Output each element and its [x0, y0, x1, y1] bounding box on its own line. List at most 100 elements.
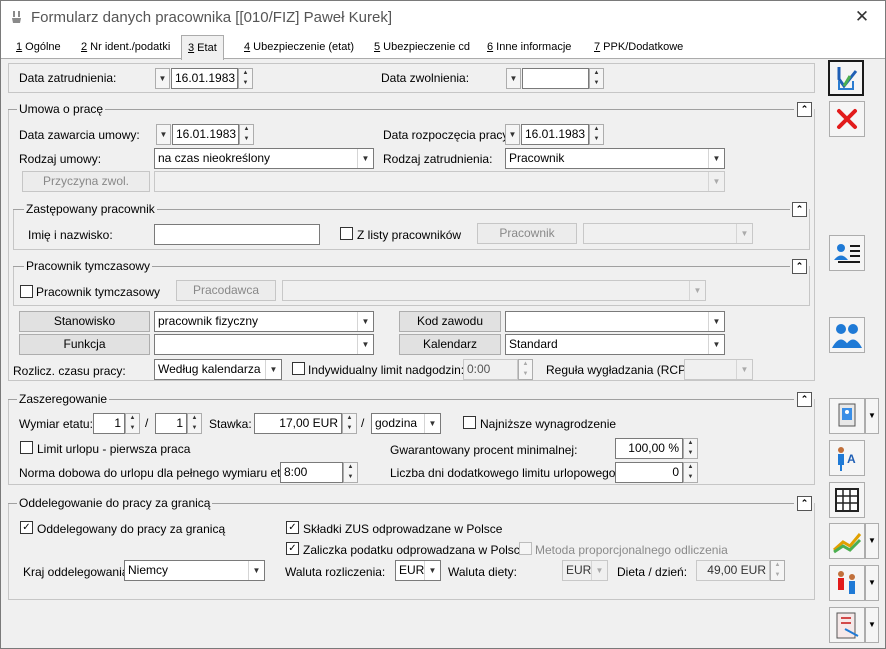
window-title: Formularz danych pracownika [[010/FIZ] P… — [31, 9, 392, 26]
min-wage-checkbox[interactable] — [463, 416, 476, 429]
conclusion-date-spinner[interactable]: ▲ ▼ — [239, 124, 254, 145]
contract-type-select[interactable]: na czas nieokreślony ▼ — [154, 148, 374, 169]
rate-field[interactable]: 17,00 EUR — [254, 413, 342, 434]
grid-button[interactable] — [829, 482, 865, 518]
tab-insurance[interactable]: 4 Ubezpieczenie (etat) — [238, 37, 360, 58]
calendar-select[interactable]: Standard ▼ — [505, 334, 725, 355]
name-field[interactable] — [154, 224, 320, 245]
cancel-button[interactable] — [829, 101, 865, 137]
delegation-collapse-icon[interactable]: ⌃ — [797, 496, 812, 511]
employer-button[interactable]: Pracodawca — [176, 280, 276, 301]
save-button[interactable] — [828, 60, 864, 96]
proportional-checkbox[interactable] — [519, 542, 532, 555]
allowance-currency-label: Waluta diety: — [448, 565, 517, 579]
currency-select[interactable]: EUR ▼ — [395, 560, 441, 581]
hire-date-field[interactable]: 16.01.1983 — [171, 68, 238, 89]
guaranteed-spinner[interactable]: ▲ ▼ — [683, 438, 698, 459]
tab-divider — [1, 58, 885, 59]
function-select[interactable]: ▼ — [154, 334, 374, 355]
tax-checkbox[interactable]: ✓ — [286, 542, 299, 555]
tab-identifiers[interactable]: 2 Nr ident./podatki — [75, 37, 176, 58]
fte-numerator-field[interactable]: 1 — [93, 413, 125, 434]
guaranteed-field[interactable]: 100,00 % — [615, 438, 683, 459]
function-button[interactable]: Funkcja — [19, 334, 150, 355]
release-reason-button[interactable]: Przyczyna zwol. — [22, 171, 150, 192]
person-text-button[interactable]: A — [829, 440, 865, 476]
hire-date-dropdown[interactable]: ▼ — [155, 68, 170, 89]
tab-ppk[interactable]: 7 PPK/Dodatkowe — [588, 37, 689, 58]
employee-card-button[interactable] — [829, 235, 865, 271]
fte-denominator-spinner[interactable]: ▲ ▼ — [187, 413, 202, 434]
allowance-currency-select[interactable]: EUR ▼ — [562, 560, 608, 581]
employment-panel: Data zatrudnienia: ▼ 16.01.1983 ▲ ▼ Data … — [8, 63, 815, 601]
people-button[interactable] — [829, 317, 865, 353]
tab-insurance-cont[interactable]: 5 Ubezpieczenie cd — [368, 37, 476, 58]
fte-numerator-spinner[interactable]: ▲ ▼ — [125, 413, 140, 434]
rcp-select[interactable]: ▼ — [684, 359, 753, 380]
rate-spinner[interactable]: ▲ ▼ — [342, 413, 357, 434]
position-select[interactable]: pracownik fizyczny ▼ — [154, 311, 374, 332]
replaced-collapse-icon[interactable]: ⌃ — [792, 202, 807, 217]
overtime-spinner[interactable]: ▲ ▼ — [518, 359, 533, 380]
allowance-field[interactable]: 49,00 EUR — [696, 560, 770, 581]
hire-date-spinner[interactable]: ▲ ▼ — [238, 68, 253, 89]
employment-type-select[interactable]: Pracownik ▼ — [505, 148, 725, 169]
worktime-select[interactable]: Według kalendarza ▼ — [154, 359, 282, 380]
from-list-checkbox[interactable] — [340, 227, 353, 240]
worktime-label: Rozlicz. czasu pracy: — [13, 364, 126, 378]
temporary-collapse-icon[interactable]: ⌃ — [792, 259, 807, 274]
delegated-label: Oddelegowany do pracy za granicą — [37, 522, 226, 536]
conclusion-date-field[interactable]: 16.01.1983 — [172, 124, 239, 145]
contract-type-label: Rodzaj umowy: — [19, 152, 102, 166]
overtime-checkbox[interactable] — [292, 362, 305, 375]
release-date-field[interactable] — [522, 68, 589, 89]
fte-denominator-field[interactable]: 1 — [155, 413, 187, 434]
release-reason-select[interactable]: ▼ — [154, 171, 725, 192]
document-dropdown[interactable]: ▼ — [865, 607, 879, 643]
tab-employment[interactable]: 3 Etat — [181, 35, 224, 60]
extra-days-field[interactable]: 0 — [615, 462, 683, 483]
release-date-spinner[interactable]: ▲ ▼ — [589, 68, 604, 89]
tab-general[interactable]: 1 Ogólne — [10, 37, 67, 58]
close-icon[interactable]: ✕ — [847, 5, 877, 29]
from-list-label: Z listy pracowników — [357, 228, 462, 242]
leave-limit-label: Limit urlopu - pierwsza praca — [37, 442, 191, 456]
min-wage-label: Najniższe wynagrodzenie — [480, 417, 617, 431]
position-button[interactable]: Stanowisko — [19, 311, 150, 332]
allowance-label: Dieta / dzień: — [617, 565, 688, 579]
classification-collapse-icon[interactable]: ⌃ — [797, 392, 812, 407]
delegated-checkbox[interactable]: ✓ — [20, 521, 33, 534]
start-date-dropdown[interactable]: ▼ — [505, 124, 520, 145]
rate-unit-select[interactable]: godzina ▼ — [371, 413, 441, 434]
chart-button[interactable] — [829, 523, 865, 559]
start-date-spinner[interactable]: ▲ ▼ — [589, 124, 604, 145]
allowance-spinner[interactable]: ▲ ▼ — [770, 560, 785, 581]
tab-other-info[interactable]: 6 Inne informacje — [481, 37, 577, 58]
occupation-code-button[interactable]: Kod zawodu — [399, 311, 501, 332]
employer-select[interactable]: ▼ — [282, 280, 706, 301]
chart-dropdown[interactable]: ▼ — [865, 523, 879, 559]
temporary-checkbox[interactable] — [20, 285, 33, 298]
release-date-dropdown[interactable]: ▼ — [506, 68, 521, 89]
employee-data-dropdown[interactable]: ▼ — [865, 398, 879, 434]
start-date-field[interactable]: 16.01.1983 — [521, 124, 589, 145]
extra-days-spinner[interactable]: ▲ ▼ — [683, 462, 698, 483]
zus-checkbox[interactable]: ✓ — [286, 521, 299, 534]
occupation-code-select[interactable]: ▼ — [505, 311, 725, 332]
employee-data-button[interactable] — [829, 398, 865, 434]
daily-norm-spinner[interactable]: ▲ ▼ — [343, 462, 358, 483]
rate-label: Stawka: — [209, 417, 252, 431]
leave-limit-checkbox[interactable] — [20, 441, 33, 454]
daily-norm-field[interactable]: 8:00 — [280, 462, 343, 483]
employee-select[interactable]: ▼ — [583, 223, 753, 244]
conclusion-date-dropdown[interactable]: ▼ — [156, 124, 171, 145]
family-button[interactable] — [829, 565, 865, 601]
overtime-field[interactable]: 0:00 — [463, 359, 518, 380]
document-button[interactable] — [829, 607, 865, 643]
calendar-button[interactable]: Kalendarz — [399, 334, 501, 355]
country-select[interactable]: Niemcy ▼ — [124, 560, 265, 581]
country-label: Kraj oddelegowania: — [23, 565, 132, 579]
employee-button[interactable]: Pracownik — [477, 223, 577, 244]
family-dropdown[interactable]: ▼ — [865, 565, 879, 601]
contract-collapse-icon[interactable]: ⌃ — [797, 102, 812, 117]
